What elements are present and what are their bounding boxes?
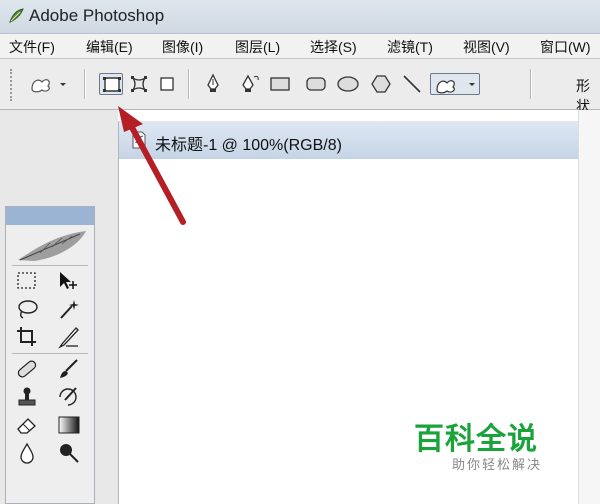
pen-tool-icon[interactable]	[201, 73, 225, 95]
eraser-tool-icon[interactable]	[14, 413, 40, 437]
options-separator	[188, 69, 190, 99]
freeform-pen-tool-icon[interactable]	[238, 73, 262, 95]
gradient-tool-icon[interactable]	[56, 413, 82, 437]
document-title: 未标题-1 @ 100%(RGB/8)	[155, 137, 342, 154]
lasso-tool-icon[interactable]	[14, 297, 40, 321]
watermark: 百科全说 助你轻松解决	[412, 414, 576, 476]
healing-brush-tool-icon[interactable]	[14, 357, 40, 381]
title-bar: Adobe Photoshop	[0, 0, 600, 34]
brush-tool-icon[interactable]	[56, 357, 82, 381]
photoshop-logo-icon	[9, 8, 24, 23]
menu-view[interactable]: 视图(V)	[463, 37, 510, 57]
custom-shape-tool-icon[interactable]	[430, 73, 480, 95]
line-tool-icon[interactable]	[400, 73, 424, 95]
magic-wand-tool-icon[interactable]	[56, 297, 82, 321]
menu-bar: 文件(F) 编辑(E) 图像(I) 图层(L) 选择(S) 滤镜(T) 视图(V…	[0, 34, 600, 59]
toolbox-panel	[5, 206, 95, 504]
watermark-subtitle: 助你轻松解决	[452, 457, 543, 472]
toolbox-separator	[12, 265, 88, 266]
slice-tool-icon[interactable]	[56, 325, 82, 349]
menu-file[interactable]: 文件(F)	[9, 37, 55, 57]
menu-image[interactable]: 图像(I)	[162, 37, 203, 57]
dodge-tool-icon[interactable]	[56, 441, 82, 465]
menu-select[interactable]: 选择(S)	[310, 37, 357, 57]
window-title: Adobe Photoshop	[29, 6, 165, 25]
shape-layers-button[interactable]	[99, 73, 123, 95]
tool-preset-picker[interactable]	[28, 73, 70, 95]
options-bar-grip[interactable]	[10, 69, 16, 101]
document-icon	[132, 131, 146, 149]
menu-layer[interactable]: 图层(L)	[235, 37, 280, 57]
paths-button[interactable]	[127, 73, 151, 95]
workspace-right-edge	[578, 110, 600, 504]
rectangle-tool-icon[interactable]	[268, 73, 292, 95]
fill-pixels-button[interactable]	[155, 73, 179, 95]
menu-filter[interactable]: 滤镜(T)	[387, 37, 433, 57]
blur-tool-icon[interactable]	[14, 441, 40, 465]
ellipse-tool-icon[interactable]	[336, 73, 360, 95]
crop-tool-icon[interactable]	[14, 325, 40, 349]
feather-logo-icon	[18, 231, 86, 261]
toolbox-separator	[12, 353, 88, 354]
menu-window[interactable]: 窗口(W)	[540, 37, 591, 57]
toolbox-header[interactable]	[6, 207, 94, 225]
options-bar: 形状	[0, 59, 600, 114]
options-separator	[84, 69, 86, 99]
rounded-rectangle-tool-icon[interactable]	[304, 73, 328, 95]
menu-edit[interactable]: 编辑(E)	[86, 37, 133, 57]
watermark-title: 百科全说	[414, 423, 538, 456]
options-separator	[530, 69, 532, 99]
polygon-tool-icon[interactable]	[369, 73, 393, 95]
path-selection-tool-icon[interactable]	[56, 269, 82, 293]
document-title-bar[interactable]: 未标题-1 @ 100%(RGB/8)	[119, 121, 579, 159]
clone-stamp-tool-icon[interactable]	[14, 385, 40, 409]
history-brush-tool-icon[interactable]	[56, 385, 82, 409]
marquee-tool-icon[interactable]	[14, 269, 40, 293]
